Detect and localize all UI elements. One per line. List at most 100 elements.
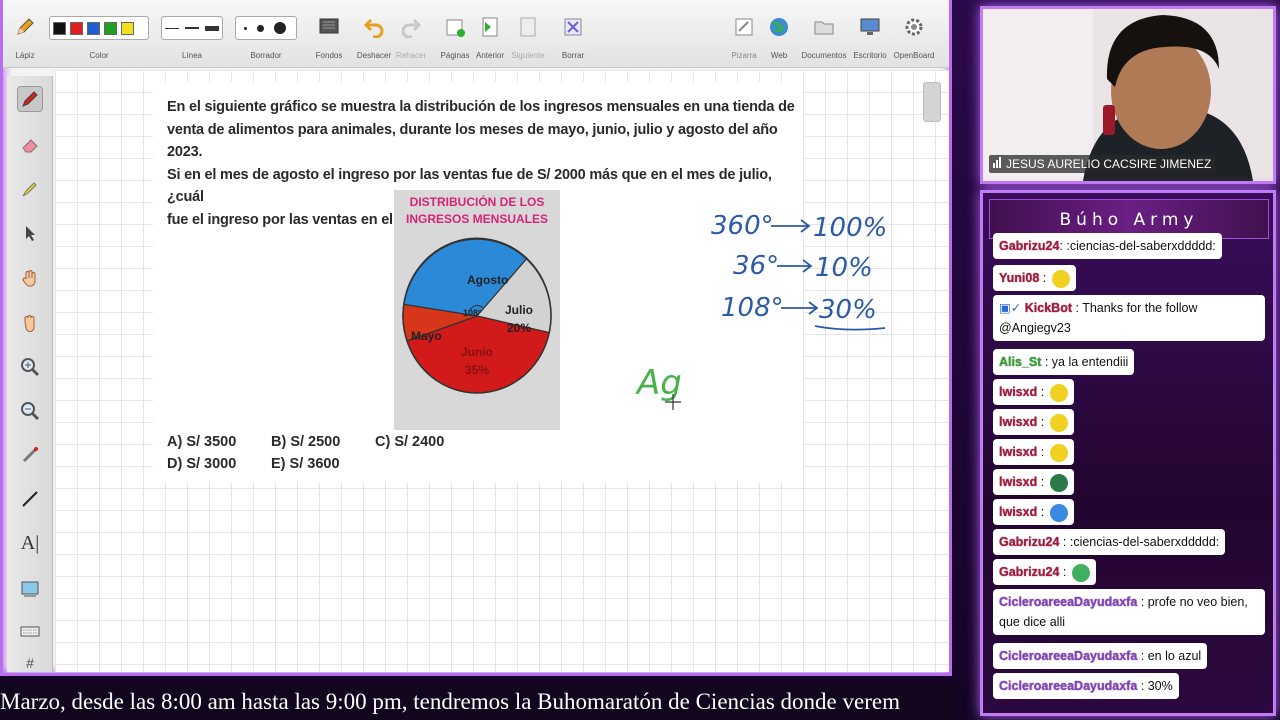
- pencil-tool[interactable]: Lápiz: [9, 0, 41, 68]
- grid-tool[interactable]: #: [17, 656, 43, 670]
- pen-tool[interactable]: [17, 86, 43, 112]
- chat-username[interactable]: Alis_St: [999, 355, 1041, 369]
- laser-icon: [22, 447, 38, 463]
- webcam-panel: JESUS AURELIO CACSIRE JIMENEZ: [980, 6, 1276, 184]
- chat-username[interactable]: lwisxd: [999, 415, 1037, 429]
- chat-message: Gabrizu24: :ciencias-del-saberxddddd:: [993, 233, 1222, 259]
- line-medium-option[interactable]: [185, 27, 199, 29]
- keyboard-tool[interactable]: [17, 618, 43, 644]
- desktop-button[interactable]: Escritorio: [851, 0, 889, 68]
- chat-username[interactable]: Yuni08: [999, 271, 1039, 285]
- page-panel-toggle[interactable]: [923, 82, 941, 122]
- eraser-tool[interactable]: [17, 132, 43, 158]
- line-label: Línea: [181, 51, 203, 60]
- answer-b: B) S/ 2500: [271, 434, 341, 450]
- chat-username[interactable]: CicleroareeaDayudaxfa: [999, 649, 1137, 663]
- chat-username[interactable]: Gabrizu24: [999, 565, 1059, 579]
- redo-label: Rehacer: [395, 51, 427, 60]
- zoom-in-tool[interactable]: [17, 354, 43, 380]
- color-swatch[interactable]: [104, 21, 117, 35]
- pie-chart: Agosto 108° Julio 20% Mayo Junio 35%: [402, 237, 552, 394]
- chat-username[interactable]: lwisxd: [999, 475, 1037, 489]
- next-page-button[interactable]: Siguiente: [509, 0, 547, 68]
- chat-message: CicleroareeaDayudaxfa : 30%: [993, 673, 1179, 699]
- answer-options: A) S/ 3500 B) S/ 2500 C) S/ 2400 D) S/ 3…: [167, 434, 479, 478]
- chat-username[interactable]: CicleroareeaDayudaxfa: [999, 679, 1137, 693]
- pages-label: Páginas: [440, 51, 470, 60]
- emote-icon: [1071, 563, 1090, 582]
- line-thick-option[interactable]: [205, 25, 219, 31]
- backgrounds-button[interactable]: Fondos: [311, 0, 347, 68]
- web-button[interactable]: Web: [763, 0, 795, 68]
- laser-tool[interactable]: [17, 442, 43, 468]
- board-button[interactable]: Pizarra: [727, 0, 761, 68]
- stream-layout: Lápiz Color Línea Borrador Fondos Deshac…: [0, 0, 1280, 720]
- emote-icon: [1049, 503, 1068, 522]
- note-100-pct: 100%: [813, 213, 887, 243]
- chat-username[interactable]: lwisxd: [999, 385, 1037, 399]
- next-page-icon: [520, 17, 536, 37]
- line-icon: [22, 491, 38, 507]
- previous-page-button[interactable]: Anterior: [473, 0, 507, 68]
- text-tool[interactable]: A|: [17, 530, 43, 556]
- emote-icon: [1049, 443, 1068, 462]
- top-toolbar: Lápiz Color Línea Borrador Fondos Deshac…: [3, 0, 949, 68]
- chat-text-continued: @Angiegv23: [999, 321, 1071, 335]
- grab-icon: [24, 315, 35, 332]
- chat-text: : en lo azul: [1137, 649, 1202, 663]
- color-swatch[interactable]: [87, 21, 100, 35]
- globe-icon: [770, 18, 788, 36]
- openboard-menu-button[interactable]: OpenBoard: [891, 0, 937, 68]
- chat-message: lwisxd :: [993, 499, 1074, 525]
- board-canvas[interactable]: En el siguiente gráfico se muestra la di…: [55, 70, 949, 672]
- color-swatch[interactable]: [121, 21, 134, 35]
- chat-username[interactable]: lwisxd: [999, 445, 1037, 459]
- pointer-tool[interactable]: [17, 220, 43, 246]
- julio-label: Julio: [505, 303, 533, 317]
- redo-button[interactable]: Rehacer: [395, 0, 427, 68]
- chat-text-continued: que dice alli: [999, 615, 1066, 629]
- documents-button[interactable]: Documentos: [799, 0, 849, 68]
- chat-message: lwisxd :: [993, 469, 1074, 495]
- text-icon: A|: [20, 531, 40, 554]
- capture-tool[interactable]: [17, 576, 43, 602]
- undo-icon: [363, 18, 384, 38]
- pen-icon: [22, 91, 38, 107]
- chat-text: :: [1059, 565, 1070, 579]
- delete-icon: [564, 18, 582, 36]
- chat-username[interactable]: Gabrizu24: [999, 239, 1059, 253]
- color-swatch[interactable]: [70, 21, 83, 35]
- chat-username[interactable]: lwisxd: [999, 505, 1037, 519]
- capture-icon: [21, 581, 39, 597]
- zoom-in-icon: [21, 358, 40, 377]
- chat-text: :: [1039, 271, 1050, 285]
- eraser-small-option[interactable]: [244, 26, 247, 30]
- emote-icon: [1049, 413, 1068, 432]
- line-width-options: [161, 16, 223, 40]
- zoom-out-tool[interactable]: [17, 398, 43, 424]
- eraser-large-option[interactable]: [274, 22, 286, 34]
- undo-button[interactable]: Deshacer: [355, 0, 393, 68]
- backgrounds-icon: [319, 18, 339, 34]
- angle-label: 108°: [463, 308, 482, 318]
- delete-button[interactable]: Borrar: [557, 0, 589, 68]
- board-label: Pizarra: [731, 51, 757, 60]
- highlighter-tool[interactable]: [17, 176, 43, 202]
- eraser-medium-option[interactable]: [257, 24, 264, 32]
- chat-username[interactable]: KickBot: [1025, 301, 1072, 315]
- redo-icon: [401, 18, 422, 38]
- hand-tool[interactable]: [17, 266, 43, 292]
- chat-username[interactable]: Gabrizu24: [999, 535, 1059, 549]
- chat-username[interactable]: CicleroareeaDayudaxfa: [999, 595, 1137, 609]
- color-swatch[interactable]: [53, 21, 66, 35]
- pages-button[interactable]: Páginas: [439, 0, 471, 68]
- documents-label: Documentos: [801, 51, 847, 60]
- line-thin-option[interactable]: [165, 27, 179, 29]
- problem-image: En el siguiente gráfico se muestra la di…: [153, 82, 803, 482]
- line-tool[interactable]: [17, 486, 43, 512]
- undo-label: Deshacer: [356, 51, 392, 60]
- chat-text: : Thanks for the follow: [1072, 301, 1198, 315]
- highlighter-icon: [22, 182, 37, 197]
- grab-tool[interactable]: [17, 310, 43, 336]
- chat-message: Yuni08 :: [993, 265, 1076, 291]
